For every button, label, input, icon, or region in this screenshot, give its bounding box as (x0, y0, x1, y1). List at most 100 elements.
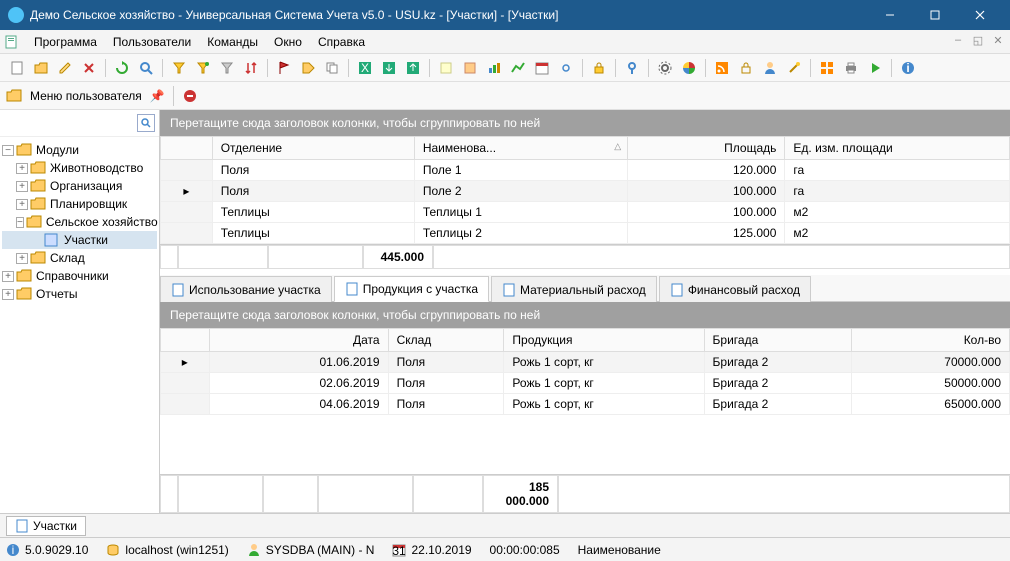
table-row[interactable]: ▸01.06.2019ПоляРожь 1 сорт, кгБригада 27… (161, 352, 1010, 373)
note-icon[interactable] (435, 57, 457, 79)
production-grid[interactable]: Дата Склад Продукция Бригада Кол-во ▸01.… (160, 328, 1010, 415)
nav-tree: −Модули +Животноводство +Организация +Пл… (0, 137, 159, 513)
menu-window[interactable]: Окно (266, 32, 310, 52)
col-date[interactable]: Дата (209, 329, 388, 352)
pin-icon[interactable]: 📌 (150, 89, 165, 103)
menu-program[interactable]: Программа (26, 32, 105, 52)
col-department[interactable]: Отделение (212, 137, 414, 160)
mdi-restore-icon[interactable]: ◱ (970, 34, 986, 50)
maximize-button[interactable] (912, 0, 957, 30)
group-hint-bottom[interactable]: Перетащите сюда заголовок колонки, чтобы… (160, 302, 1010, 328)
tree-planner[interactable]: +Планировщик (2, 195, 157, 213)
tree-livestock[interactable]: +Животноводство (2, 159, 157, 177)
import-icon[interactable] (378, 57, 400, 79)
table-row[interactable]: 04.06.2019ПоляРожь 1 сорт, кгБригада 265… (161, 394, 1010, 415)
close-button[interactable] (957, 0, 1002, 30)
open-icon[interactable] (30, 57, 52, 79)
gear-icon[interactable] (654, 57, 676, 79)
menu-help[interactable]: Справка (310, 32, 373, 52)
menu-users[interactable]: Пользователи (105, 32, 199, 52)
edit-icon[interactable] (54, 57, 76, 79)
export-icon[interactable] (402, 57, 424, 79)
copy-icon[interactable] (321, 57, 343, 79)
col-name[interactable]: Наименова... (414, 137, 627, 160)
search-icon[interactable] (135, 57, 157, 79)
tree-warehouse[interactable]: +Склад (2, 249, 157, 267)
window-tab-plots[interactable]: Участки (6, 516, 86, 536)
lock-icon[interactable] (588, 57, 610, 79)
col-warehouse[interactable]: Склад (388, 329, 504, 352)
user-icon[interactable] (759, 57, 781, 79)
tag-icon[interactable] (297, 57, 319, 79)
tree-org[interactable]: +Организация (2, 177, 157, 195)
note2-icon[interactable] (459, 57, 481, 79)
col-product[interactable]: Продукция (504, 329, 704, 352)
col-area[interactable]: Площадь (628, 137, 785, 160)
mdi-minimize-icon[interactable]: – (950, 34, 966, 50)
link-icon[interactable] (555, 57, 577, 79)
print-icon[interactable] (840, 57, 862, 79)
tab-usage[interactable]: Использование участка (160, 276, 332, 302)
info-icon[interactable]: i (897, 57, 919, 79)
group-hint-top[interactable]: Перетащите сюда заголовок колонки, чтобы… (160, 110, 1010, 136)
stop-icon[interactable] (182, 88, 198, 104)
refresh-icon[interactable] (111, 57, 133, 79)
new-icon[interactable] (6, 57, 28, 79)
menu-commands[interactable]: Команды (199, 32, 266, 52)
table-row[interactable]: ТеплицыТеплицы 1100.000м2 (161, 202, 1010, 223)
excel-icon[interactable]: X (354, 57, 376, 79)
key-icon[interactable] (735, 57, 757, 79)
wand-icon[interactable] (783, 57, 805, 79)
tree-modules[interactable]: −Модули (2, 141, 157, 159)
filter-icon[interactable] (168, 57, 190, 79)
plots-summary: 445.000 (160, 244, 1010, 269)
grid-icon[interactable] (816, 57, 838, 79)
minimize-button[interactable] (867, 0, 912, 30)
table-row[interactable]: ТеплицыТеплицы 2125.000м2 (161, 223, 1010, 244)
color-icon[interactable] (678, 57, 700, 79)
tree-search (0, 110, 159, 137)
chart-icon[interactable] (483, 57, 505, 79)
tree-refs[interactable]: +Справочники (2, 267, 157, 285)
user-menu-label[interactable]: Меню пользователя (26, 87, 146, 105)
calendar-icon: 31 (392, 543, 406, 557)
col-qty[interactable]: Кол-во (851, 329, 1009, 352)
svg-text:i: i (12, 543, 15, 557)
table-row[interactable]: ▸ПоляПоле 2100.000га (161, 181, 1010, 202)
search-icon[interactable] (137, 114, 155, 132)
svg-text:i: i (906, 61, 909, 75)
play-icon[interactable] (864, 57, 886, 79)
status-bar: i5.0.9029.10 localhost (win1251) SYSDBA … (0, 537, 1010, 561)
database-icon (106, 543, 120, 557)
mdi-close-icon[interactable]: ✕ (990, 34, 1006, 50)
status-field: Наименование (578, 543, 661, 557)
table-row[interactable]: ПоляПоле 1120.000га (161, 160, 1010, 181)
sidebar: −Модули +Животноводство +Организация +Пл… (0, 110, 160, 513)
tree-plots[interactable]: Участки (2, 231, 157, 249)
sort-icon[interactable] (240, 57, 262, 79)
filter3-icon[interactable] (216, 57, 238, 79)
window-title: Демо Сельское хозяйство - Универсальная … (30, 8, 867, 22)
flag-icon[interactable] (273, 57, 295, 79)
col-brigade[interactable]: Бригада (704, 329, 851, 352)
pin-icon[interactable] (621, 57, 643, 79)
svg-text:X: X (361, 61, 369, 75)
tab-material[interactable]: Материальный расход (491, 276, 657, 302)
graph-icon[interactable] (507, 57, 529, 79)
svg-text:31: 31 (393, 544, 407, 557)
filter2-icon[interactable] (192, 57, 214, 79)
table-row[interactable]: 02.06.2019ПоляРожь 1 сорт, кгБригада 250… (161, 373, 1010, 394)
col-unit[interactable]: Ед. изм. площади (785, 137, 1010, 160)
rss-icon[interactable] (711, 57, 733, 79)
delete-icon[interactable] (78, 57, 100, 79)
calendar-icon[interactable] (531, 57, 553, 79)
user-icon (247, 543, 261, 557)
info-icon: i (6, 543, 20, 557)
tab-finance[interactable]: Финансовый расход (659, 276, 811, 302)
tree-reports[interactable]: +Отчеты (2, 285, 157, 303)
tab-production[interactable]: Продукция с участка (334, 276, 489, 302)
tree-agri[interactable]: −Сельское хозяйство (2, 213, 157, 231)
plots-grid[interactable]: Отделение Наименова... Площадь Ед. изм. … (160, 136, 1010, 244)
document-icon (4, 34, 20, 50)
user-menu-bar: Меню пользователя 📌 (0, 82, 1010, 110)
